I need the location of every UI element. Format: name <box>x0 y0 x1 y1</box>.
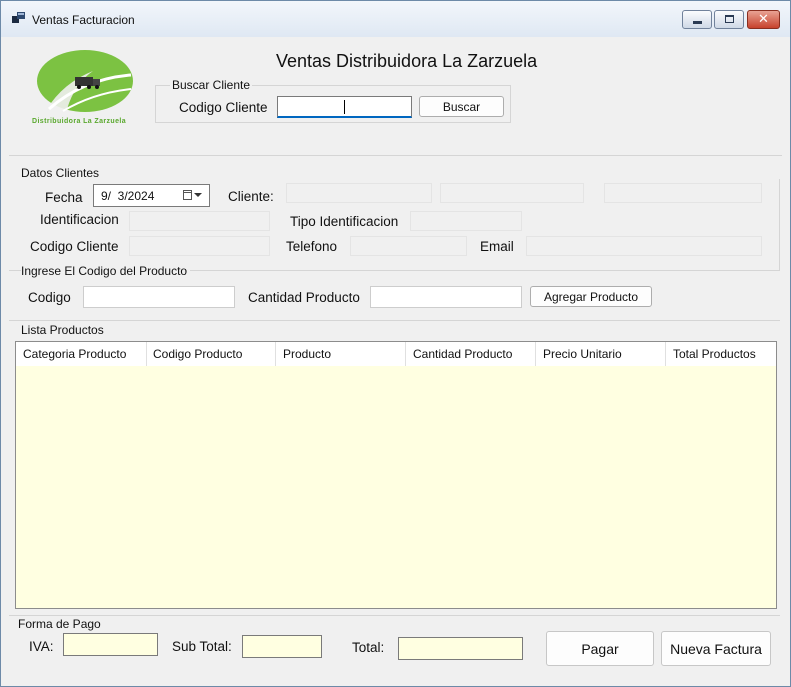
column-header-precio[interactable]: Precio Unitario <box>536 342 666 366</box>
cliente-label: Cliente: <box>228 189 274 204</box>
cliente-apellido-field[interactable] <box>440 183 584 203</box>
producto-legend: Ingrese El Codigo del Producto <box>21 264 191 278</box>
window-title: Ventas Facturacion <box>32 13 135 27</box>
text-caret <box>344 100 345 114</box>
producto-codigo-input[interactable] <box>83 286 235 308</box>
maximize-icon <box>725 15 734 23</box>
logo-graphic <box>37 50 133 112</box>
email-label: Email <box>480 239 514 254</box>
identificacion-field[interactable] <box>129 211 270 231</box>
codigo-cliente-field[interactable] <box>129 236 270 256</box>
minimize-icon <box>693 21 702 24</box>
app-window-icon <box>12 12 25 24</box>
cliente-extra-field[interactable] <box>604 183 762 203</box>
datos-clientes-legend: Datos Clientes <box>21 166 100 180</box>
company-logo: Distribuidora La Zarzuela <box>23 49 147 129</box>
nueva-factura-button[interactable]: Nueva Factura <box>661 631 771 666</box>
telefono-field[interactable] <box>350 236 467 256</box>
page-title: Ventas Distribuidora La Zarzuela <box>276 51 538 71</box>
producto-codigo-label: Codigo <box>28 290 71 305</box>
grid-header: Categoria Producto Codigo Producto Produ… <box>16 342 776 366</box>
tipo-identificacion-field[interactable] <box>410 211 522 231</box>
buscar-cliente-legend: Buscar Cliente <box>170 78 253 92</box>
calendar-dropdown-icon[interactable] <box>183 189 205 203</box>
column-header-codigo[interactable]: Codigo Producto <box>146 342 276 366</box>
tipo-identificacion-label: Tipo Identificacion <box>290 214 399 229</box>
column-header-cantidad[interactable]: Cantidad Producto <box>406 342 536 366</box>
pagar-button[interactable]: Pagar <box>546 631 654 666</box>
buscar-button[interactable]: Buscar <box>419 96 504 117</box>
header-separator <box>9 155 782 156</box>
buscar-codigo-input[interactable] <box>277 96 412 118</box>
forma-pago-legend: Forma de Pago <box>18 617 101 631</box>
fecha-date-picker[interactable]: 9/ 3/2024 <box>93 184 210 207</box>
column-header-total[interactable]: Total Productos <box>666 342 776 366</box>
email-field[interactable] <box>526 236 762 256</box>
close-button[interactable]: ✕ <box>747 10 780 29</box>
subtotal-field[interactable] <box>242 635 322 658</box>
cantidad-producto-input[interactable] <box>370 286 522 308</box>
cliente-nombre-field[interactable] <box>286 183 432 203</box>
identificacion-label: Identificacion <box>40 212 119 227</box>
close-icon: ✕ <box>758 12 769 27</box>
iva-field[interactable] <box>63 633 158 656</box>
minimize-button[interactable] <box>682 10 712 29</box>
lista-productos-legend: Lista Productos <box>21 323 104 337</box>
main-window: Ventas Facturacion ✕ Distribuidora La Za… <box>0 0 791 687</box>
subtotal-label: Sub Total: <box>172 639 232 654</box>
maximize-button[interactable] <box>714 10 744 29</box>
lista-separator <box>9 320 780 321</box>
title-bar[interactable]: Ventas Facturacion ✕ <box>1 1 790 37</box>
column-header-categoria[interactable]: Categoria Producto <box>16 342 147 366</box>
agregar-producto-button[interactable]: Agregar Producto <box>530 286 652 307</box>
fecha-label: Fecha <box>45 190 83 205</box>
iva-label: IVA: <box>29 639 54 654</box>
telefono-label: Telefono <box>286 239 338 254</box>
codigo-cliente-label: Codigo Cliente <box>30 239 119 254</box>
column-header-producto[interactable]: Producto <box>276 342 406 366</box>
pago-separator <box>9 615 780 616</box>
cantidad-producto-label: Cantidad Producto <box>248 290 360 305</box>
logo-text: Distribuidora La Zarzuela <box>32 118 127 125</box>
fecha-value: 9/ 3/2024 <box>101 189 155 203</box>
total-field[interactable] <box>398 637 523 660</box>
total-label: Total: <box>352 640 385 655</box>
buscar-codigo-label: Codigo Cliente <box>179 100 268 115</box>
form-body: Distribuidora La Zarzuela Ventas Distrib… <box>9 37 782 678</box>
productos-grid[interactable]: Categoria Producto Codigo Producto Produ… <box>15 341 777 609</box>
